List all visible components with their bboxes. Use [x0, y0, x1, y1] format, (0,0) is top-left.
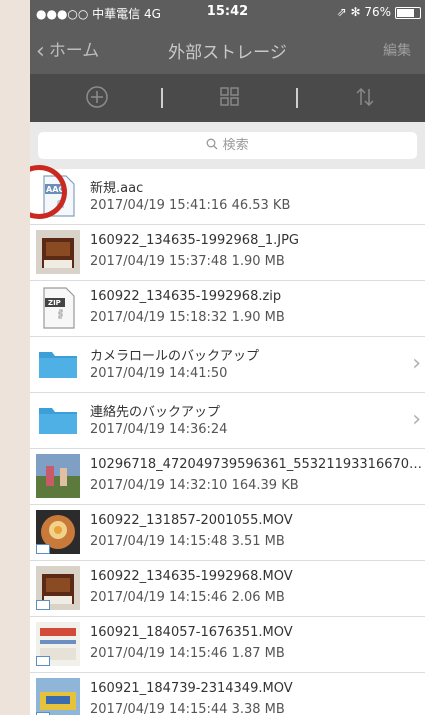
search-input[interactable]: 検索 — [38, 132, 417, 159]
video-thumbnail — [36, 510, 80, 554]
file-name: 160922_134635-1992968.MOV — [90, 569, 293, 584]
file-name: 160922_131857-2001055.MOV — [90, 513, 293, 528]
zip-icon-label: ZIP — [48, 299, 61, 307]
chevron-right-icon: › — [412, 407, 421, 432]
folder-meta: 2017/04/19 14:41:50 — [90, 366, 228, 381]
page-title: 外部ストレージ — [168, 43, 287, 63]
file-name: 新規.aac — [90, 181, 144, 196]
status-bar: ●●●○○ 中華電信 4G 15:42 ⇗ ✻ 76% — [30, 0, 425, 24]
file-row[interactable]: AAC 新規.aac 2017/04/19 15:41:16 46.53 KB — [30, 169, 425, 225]
toolbar-separator — [296, 88, 298, 108]
file-name: 160921_184057-1676351.MOV — [90, 625, 293, 640]
search-icon — [206, 138, 222, 153]
add-icon[interactable] — [84, 84, 114, 112]
file-row[interactable]: 160921_184057-1676351.MOV 2017/04/19 14:… — [30, 617, 425, 673]
file-row[interactable]: 160922_134635-1992968_1.JPG 2017/04/19 1… — [30, 225, 425, 281]
edit-button[interactable]: 編集 — [383, 40, 411, 60]
search-bar: 検索 — [30, 122, 425, 169]
chevron-right-icon: › — [412, 351, 421, 376]
grid-view-icon[interactable] — [217, 84, 247, 112]
video-camera-icon — [36, 600, 50, 610]
file-meta: 2017/04/19 14:15:46 2.06 MB — [90, 590, 285, 605]
file-meta: 2017/04/19 14:32:10 164.39 KB — [90, 478, 299, 493]
sort-icon[interactable] — [352, 84, 382, 112]
file-name: 160922_134635-1992968.zip — [90, 289, 282, 304]
file-meta: 2017/04/19 15:37:48 1.90 MB — [90, 254, 285, 269]
file-row[interactable]: 160922_134635-1992968.MOV 2017/04/19 14:… — [30, 561, 425, 617]
folder-row[interactable]: カメラロールのバックアップ 2017/04/19 14:41:50 › — [30, 337, 425, 393]
image-thumbnail — [36, 230, 80, 274]
folder-meta: 2017/04/19 14:36:24 — [90, 422, 228, 437]
video-thumbnail — [36, 678, 80, 715]
folder-icon — [36, 342, 80, 386]
file-row[interactable]: 160921_184739-2314349.MOV 2017/04/19 14:… — [30, 673, 425, 715]
toolbar-separator — [161, 88, 163, 108]
file-row[interactable]: ZIP 160922_134635-1992968.zip 2017/04/19… — [30, 281, 425, 337]
folder-name: カメラロールのバックアップ — [90, 349, 260, 364]
file-row[interactable]: 160922_131857-2001055.MOV 2017/04/19 14:… — [30, 505, 425, 561]
file-meta: 2017/04/19 15:18:32 1.90 MB — [90, 310, 285, 325]
folder-row[interactable]: 連絡先のバックアップ 2017/04/19 14:36:24 › — [30, 393, 425, 449]
file-meta: 2017/04/19 15:41:16 46.53 KB — [90, 198, 291, 213]
file-name: 160921_184739-2314349.MOV — [90, 681, 293, 696]
video-camera-icon — [36, 544, 50, 554]
file-meta: 2017/04/19 14:15:44 3.38 MB — [90, 702, 285, 715]
phone-screen: ●●●○○ 中華電信 4G 15:42 ⇗ ✻ 76% ‹ ホーム 外部ストレージ… — [30, 0, 425, 715]
file-meta: 2017/04/19 14:15:46 1.87 MB — [90, 646, 285, 661]
video-camera-icon — [36, 656, 50, 666]
status-indicators: ⇗ ✻ 76% — [336, 5, 391, 19]
battery-icon — [395, 7, 421, 19]
file-list: AAC 新規.aac 2017/04/19 15:41:16 46.53 KB … — [30, 169, 425, 715]
folder-name: 連絡先のバックアップ — [90, 405, 221, 420]
file-name: 160922_134635-1992968_1.JPG — [90, 233, 299, 248]
image-thumbnail — [36, 454, 80, 498]
folder-icon — [36, 398, 80, 442]
file-meta: 2017/04/19 14:15:48 3.51 MB — [90, 534, 285, 549]
search-placeholder: 検索 — [222, 138, 249, 153]
zip-file-icon: ZIP — [36, 286, 80, 330]
file-row[interactable]: 10296718_472049739596361_55321193316670…… — [30, 449, 425, 505]
toolbar — [30, 74, 425, 122]
video-thumbnail — [36, 566, 80, 610]
file-name: 10296718_472049739596361_55321193316670… — [90, 457, 423, 472]
video-thumbnail — [36, 622, 80, 666]
navigation-bar: ‹ ホーム 外部ストレージ 編集 — [30, 24, 425, 74]
